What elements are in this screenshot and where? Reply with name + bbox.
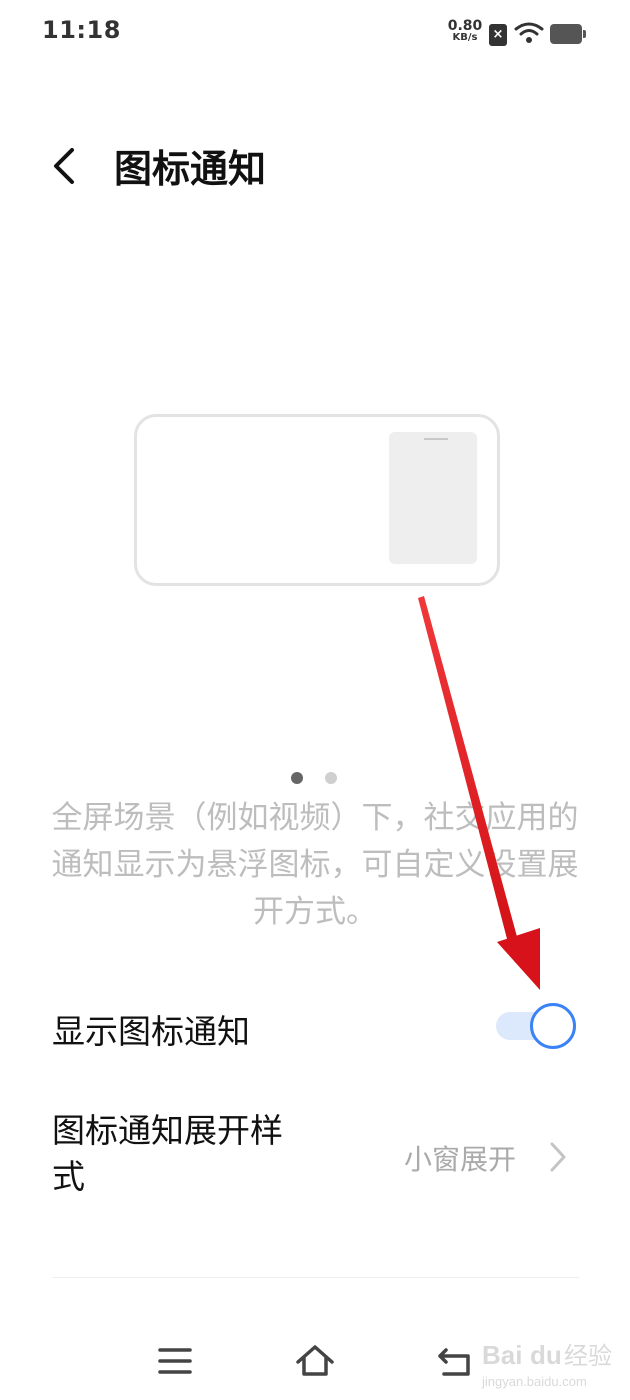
battery-icon <box>550 24 586 44</box>
menu-icon[interactable] <box>158 1346 192 1376</box>
network-speed: 0.80 KB/s <box>444 18 486 44</box>
illustration-window-bar <box>424 438 448 440</box>
svg-text:Bai: Bai <box>482 1340 522 1370</box>
divider <box>52 1277 579 1278</box>
page-indicator-dot-active <box>291 772 303 784</box>
toggle-knob <box>530 1003 576 1049</box>
home-icon[interactable] <box>294 1342 336 1378</box>
chevron-right-icon[interactable] <box>548 1140 568 1174</box>
page-title: 图标通知 <box>114 147 267 191</box>
status-time: 11:18 <box>42 16 121 44</box>
show-icon-notification-label: 显示图标通知 <box>52 1012 250 1051</box>
svg-text:经验: 经验 <box>564 1342 612 1370</box>
illustration-floating-window <box>389 432 477 564</box>
show-icon-notification-toggle[interactable] <box>496 1003 580 1049</box>
back-icon[interactable] <box>436 1342 474 1378</box>
svg-text:du: du <box>530 1340 562 1370</box>
expand-style-label[interactable]: 图标通知展开样式 <box>52 1108 292 1200</box>
feature-description: 全屏场景（例如视频）下，社交应用的通知显示为悬浮图标，可自定义设置展开方式。 <box>51 800 579 930</box>
network-speed-value: 0.80 <box>447 18 483 34</box>
expand-style-value[interactable]: 小窗展开 <box>404 1138 516 1178</box>
chevron-left-icon[interactable] <box>48 146 78 186</box>
page-indicator-dot <box>325 772 337 784</box>
baidu-jingyan-watermark: Bai du 经验 jingyan.baidu.com <box>481 1340 612 1389</box>
wifi-icon <box>514 22 544 43</box>
x-sim-icon: × <box>489 24 507 46</box>
svg-text:jingyan.baidu.com: jingyan.baidu.com <box>481 1374 587 1389</box>
